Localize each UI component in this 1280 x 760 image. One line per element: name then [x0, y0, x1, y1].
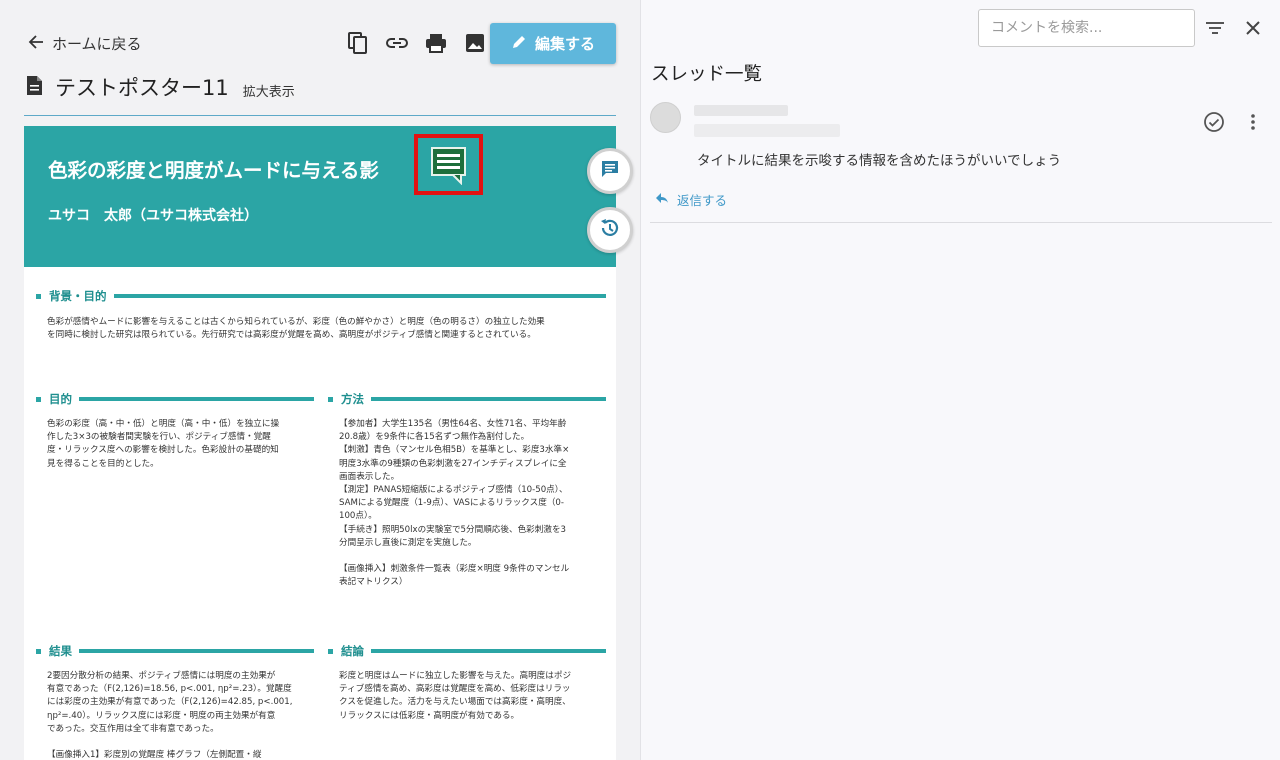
section-rule	[371, 397, 606, 401]
edit-button-label: 編集する	[534, 35, 595, 53]
reply-button[interactable]: 返信する	[655, 190, 727, 209]
more-vert-icon[interactable]	[1243, 111, 1263, 133]
section-conclusion-body: 彩度と明度はムードに独立した影響を与えた。高明度はポジ ティブ感情を高め、高彩度…	[339, 671, 572, 721]
document-title: テストポスター11	[55, 76, 229, 100]
section-heading-text: 背景・目的	[49, 289, 107, 303]
section-method-body: 【参加者】大学生135名（男性64名、女性71名、平均年齢 20.8歳）を9条件…	[339, 419, 570, 588]
section-rule	[79, 649, 314, 653]
thread-list-title: スレッド一覧	[651, 64, 763, 85]
section-bullet	[328, 396, 333, 402]
section-bullet	[328, 648, 333, 654]
reply-icon	[655, 192, 669, 207]
comment-marker-icon[interactable]	[414, 134, 483, 195]
header-divider	[24, 115, 616, 116]
section-purpose-heading: 目的	[36, 391, 314, 407]
poster-viewer-pane: ホームに戻る 編集する テストポスター11 拡大表示 色彩の彩度と明度がムードに…	[0, 0, 640, 760]
edit-button[interactable]: 編集する	[490, 23, 616, 64]
section-bullet	[36, 648, 41, 654]
filter-icon[interactable]	[1203, 16, 1227, 40]
section-heading-text: 方法	[341, 392, 364, 406]
back-to-home-link[interactable]: ホームに戻る	[28, 33, 142, 54]
avatar	[650, 102, 681, 133]
section-heading-text: 結果	[49, 644, 72, 658]
section-rule	[371, 649, 606, 653]
section-bullet	[36, 293, 41, 299]
history-icon	[599, 217, 621, 243]
resolve-check-icon[interactable]	[1203, 111, 1225, 133]
section-purpose-body: 色彩の彩度（高・中・低）と明度（高・中・低）を独立に操 作した3×3の被験者間実…	[47, 419, 280, 469]
poster-canvas: 色彩の彩度と明度がムードに与える影 ユサコ 太郎（ユサコ株式会社） 背景・目的 …	[24, 126, 616, 760]
print-icon[interactable]	[416, 23, 455, 63]
reply-label: 返信する	[677, 193, 728, 208]
section-method-heading: 方法	[328, 391, 606, 407]
thread-panel: スレッド一覧 タイトルに結果を示唆する情報を含めたほうがいいでしょう 返信する	[640, 0, 1280, 760]
redacted-author-name	[694, 105, 788, 116]
poster-toolbar	[338, 23, 494, 63]
document-title-row: テストポスター11 拡大表示	[26, 72, 295, 102]
section-conclusion-heading: 結論	[328, 643, 606, 659]
comment-icon	[600, 159, 620, 183]
poster-banner: 色彩の彩度と明度がムードに与える影 ユサコ 太郎（ユサコ株式会社）	[24, 126, 616, 267]
section-bullet	[36, 396, 41, 402]
poster-title: 色彩の彩度と明度がムードに与える影	[48, 159, 379, 182]
section-results-heading: 結果	[36, 643, 314, 659]
section-rule	[79, 397, 314, 401]
poster-author: ユサコ 太郎（ユサコ株式会社）	[48, 208, 258, 224]
section-heading-text: 目的	[49, 392, 72, 406]
zoom-mode-label: 拡大表示	[242, 84, 295, 100]
comments-toggle-button[interactable]	[587, 148, 633, 194]
back-label: ホームに戻る	[52, 35, 142, 53]
image-icon[interactable]	[455, 23, 494, 63]
pencil-icon	[511, 34, 527, 54]
link-icon[interactable]	[377, 23, 416, 63]
redacted-timestamp	[694, 124, 840, 137]
section-background-heading: 背景・目的	[36, 288, 606, 304]
section-heading-text: 結論	[341, 644, 364, 658]
arrow-left-icon	[28, 34, 44, 54]
section-rule	[113, 294, 606, 298]
thread-divider	[650, 222, 1272, 223]
close-icon[interactable]	[1241, 16, 1265, 40]
comment-search-input[interactable]	[978, 9, 1195, 47]
comment-text: タイトルに結果を示唆する情報を含めたほうがいいでしょう	[697, 153, 1062, 169]
section-results-body: 2要因分散分析の結果、ポジティブ感情には明度の主効果が 有意であった（F(2,1…	[47, 671, 293, 760]
section-background-body: 色彩が感情やムードに影響を与えることは古くから知られているが、彩度（色の鮮やかさ…	[47, 317, 545, 341]
history-button[interactable]	[587, 207, 633, 253]
copy-icon[interactable]	[338, 23, 377, 63]
document-icon	[26, 75, 43, 100]
